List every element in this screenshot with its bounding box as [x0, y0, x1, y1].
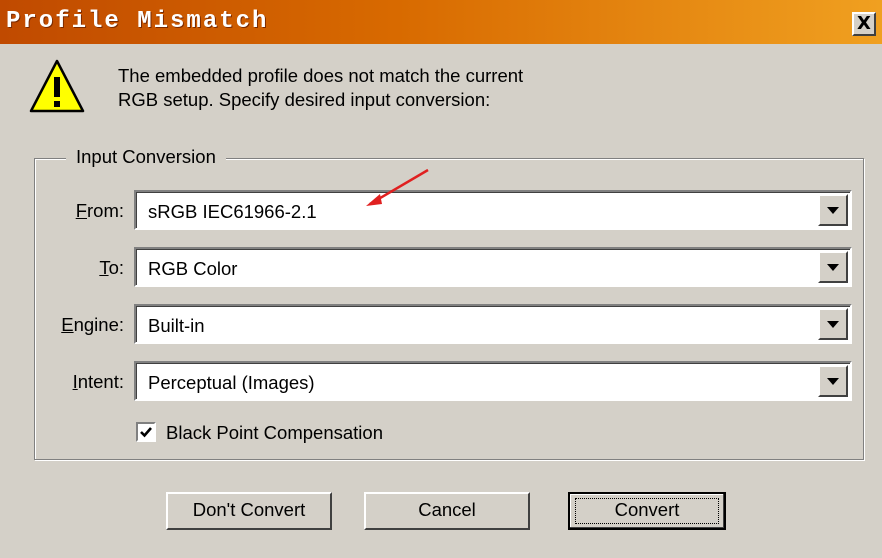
chevron-down-icon	[827, 321, 839, 328]
engine-select[interactable]: Built-in	[134, 304, 852, 344]
focus-rectangle	[575, 498, 719, 524]
profile-mismatch-dialog: Profile Mismatch X The embedded profile …	[0, 0, 882, 558]
group-title: Input Conversion	[66, 146, 226, 168]
to-dropdown-button[interactable]	[818, 251, 848, 283]
warning-icon	[29, 59, 85, 113]
black-point-compensation-label: Black Point Compensation	[166, 422, 383, 443]
close-button[interactable]: X	[852, 12, 876, 36]
from-value: sRGB IEC61966-2.1	[148, 201, 317, 222]
engine-value: Built-in	[148, 315, 205, 336]
engine-dropdown-button[interactable]	[818, 308, 848, 340]
checkmark-icon	[140, 427, 152, 438]
chevron-down-icon	[827, 378, 839, 385]
annotation-arrow-icon	[366, 168, 429, 206]
convert-button[interactable]: Convert	[568, 492, 726, 530]
from-select[interactable]: sRGB IEC61966-2.1	[134, 190, 852, 230]
message-line-1: The embedded profile does not match the …	[118, 65, 524, 86]
message-text: The embedded profile does not match the …	[118, 64, 758, 112]
window-title: Profile Mismatch	[6, 8, 269, 35]
engine-label: Engine:	[61, 314, 124, 335]
title-bar[interactable]: Profile Mismatch X	[0, 0, 882, 44]
black-point-compensation-checkbox[interactable]	[136, 422, 156, 442]
from-dropdown-button[interactable]	[818, 194, 848, 226]
intent-value: Perceptual (Images)	[148, 372, 315, 393]
intent-select[interactable]: Perceptual (Images)	[134, 361, 852, 401]
dont-convert-button[interactable]: Don't Convert	[166, 492, 332, 530]
message-line-2: RGB setup. Specify desired input convers…	[118, 89, 491, 110]
to-select[interactable]: RGB Color	[134, 247, 852, 287]
to-label: To:	[99, 257, 124, 278]
from-label: From:	[75, 200, 124, 221]
cancel-button[interactable]: Cancel	[364, 492, 530, 530]
chevron-down-icon	[827, 207, 839, 214]
chevron-down-icon	[827, 264, 839, 271]
to-value: RGB Color	[148, 258, 238, 279]
intent-label: Intent:	[72, 371, 124, 392]
intent-dropdown-button[interactable]	[818, 365, 848, 397]
close-icon: X	[857, 13, 871, 34]
